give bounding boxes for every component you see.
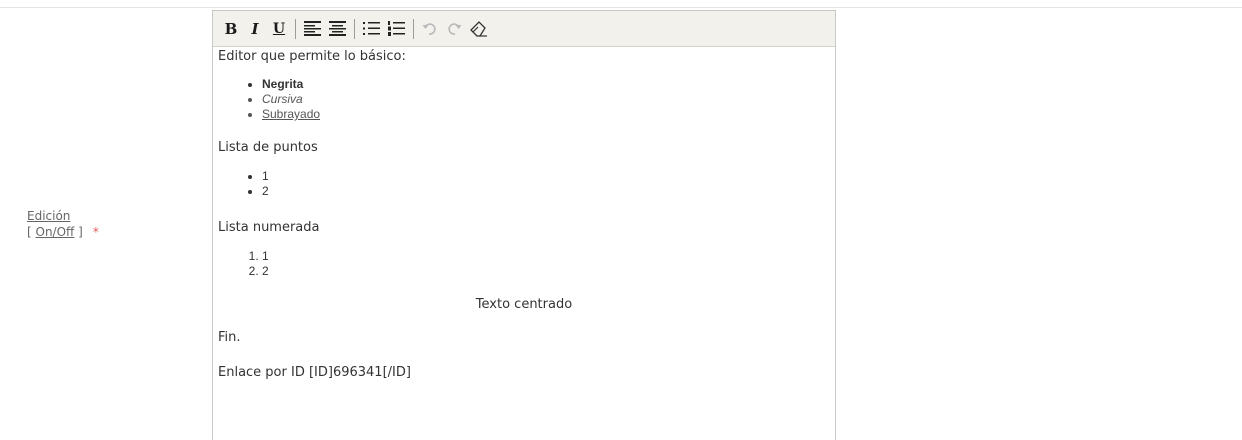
bullet-list: 1 2 xyxy=(218,169,830,199)
underline-button[interactable]: U xyxy=(271,18,287,40)
end-paragraph: Fin. xyxy=(218,330,241,345)
align-left-icon xyxy=(304,21,321,36)
editor-content-area[interactable]: Editor que permite lo básico: Negrita Cu… xyxy=(213,48,835,381)
rich-text-editor[interactable]: B I U Editor que permite lo básico: • Ne… xyxy=(212,10,836,440)
list-item: 2 xyxy=(262,184,830,199)
list-item: Cursiva xyxy=(262,92,830,107)
list-item: Subrayado xyxy=(262,107,830,122)
toolbar-separator xyxy=(295,18,296,39)
italic-button[interactable]: I xyxy=(247,18,263,40)
bold-button[interactable]: B xyxy=(223,18,239,40)
bullet-list-button[interactable] xyxy=(363,18,380,40)
redo-icon xyxy=(448,22,462,35)
toggle-bracket-open: [ xyxy=(27,225,36,239)
undo-button[interactable] xyxy=(422,18,438,40)
toolbar-separator xyxy=(413,18,414,39)
required-marker: * xyxy=(92,225,99,239)
field-label-group: Edición [ On/Off ] * xyxy=(27,208,99,240)
redo-button[interactable] xyxy=(446,18,462,40)
intro-paragraph: Editor que permite lo básico: xyxy=(218,49,406,64)
numbered-list-icon xyxy=(388,21,405,36)
align-center-icon xyxy=(329,21,346,36)
format-list: Negrita Cursiva Subrayado xyxy=(218,77,830,122)
bullet-list-icon xyxy=(363,22,380,35)
numbered-heading: Lista numerada xyxy=(218,220,320,235)
list-item: Negrita xyxy=(262,77,830,92)
numbered-list: 1 2 xyxy=(218,249,830,279)
clear-format-button[interactable] xyxy=(470,18,488,40)
align-center-button[interactable] xyxy=(329,18,346,40)
list-item: 2 xyxy=(262,264,830,279)
numbered-list-button[interactable] xyxy=(388,18,405,40)
link-paragraph: Enlace por ID [ID]696341[/ID] xyxy=(218,365,411,380)
editor-toolbar: B I U xyxy=(213,11,835,47)
toolbar-separator xyxy=(354,18,355,39)
list-item: 1 xyxy=(262,169,830,184)
align-left-button[interactable] xyxy=(304,18,321,40)
top-divider xyxy=(0,7,1242,8)
eraser-icon xyxy=(470,20,487,37)
bullet-heading: Lista de puntos xyxy=(218,140,318,155)
edicion-label-link[interactable]: Edición xyxy=(27,209,70,223)
centered-paragraph: Texto centrado xyxy=(475,297,573,312)
list-item: 1 xyxy=(262,249,830,264)
undo-icon xyxy=(422,22,436,35)
toggle-bracket-close: ] xyxy=(74,225,83,239)
on-off-toggle-link[interactable]: On/Off xyxy=(36,225,75,239)
